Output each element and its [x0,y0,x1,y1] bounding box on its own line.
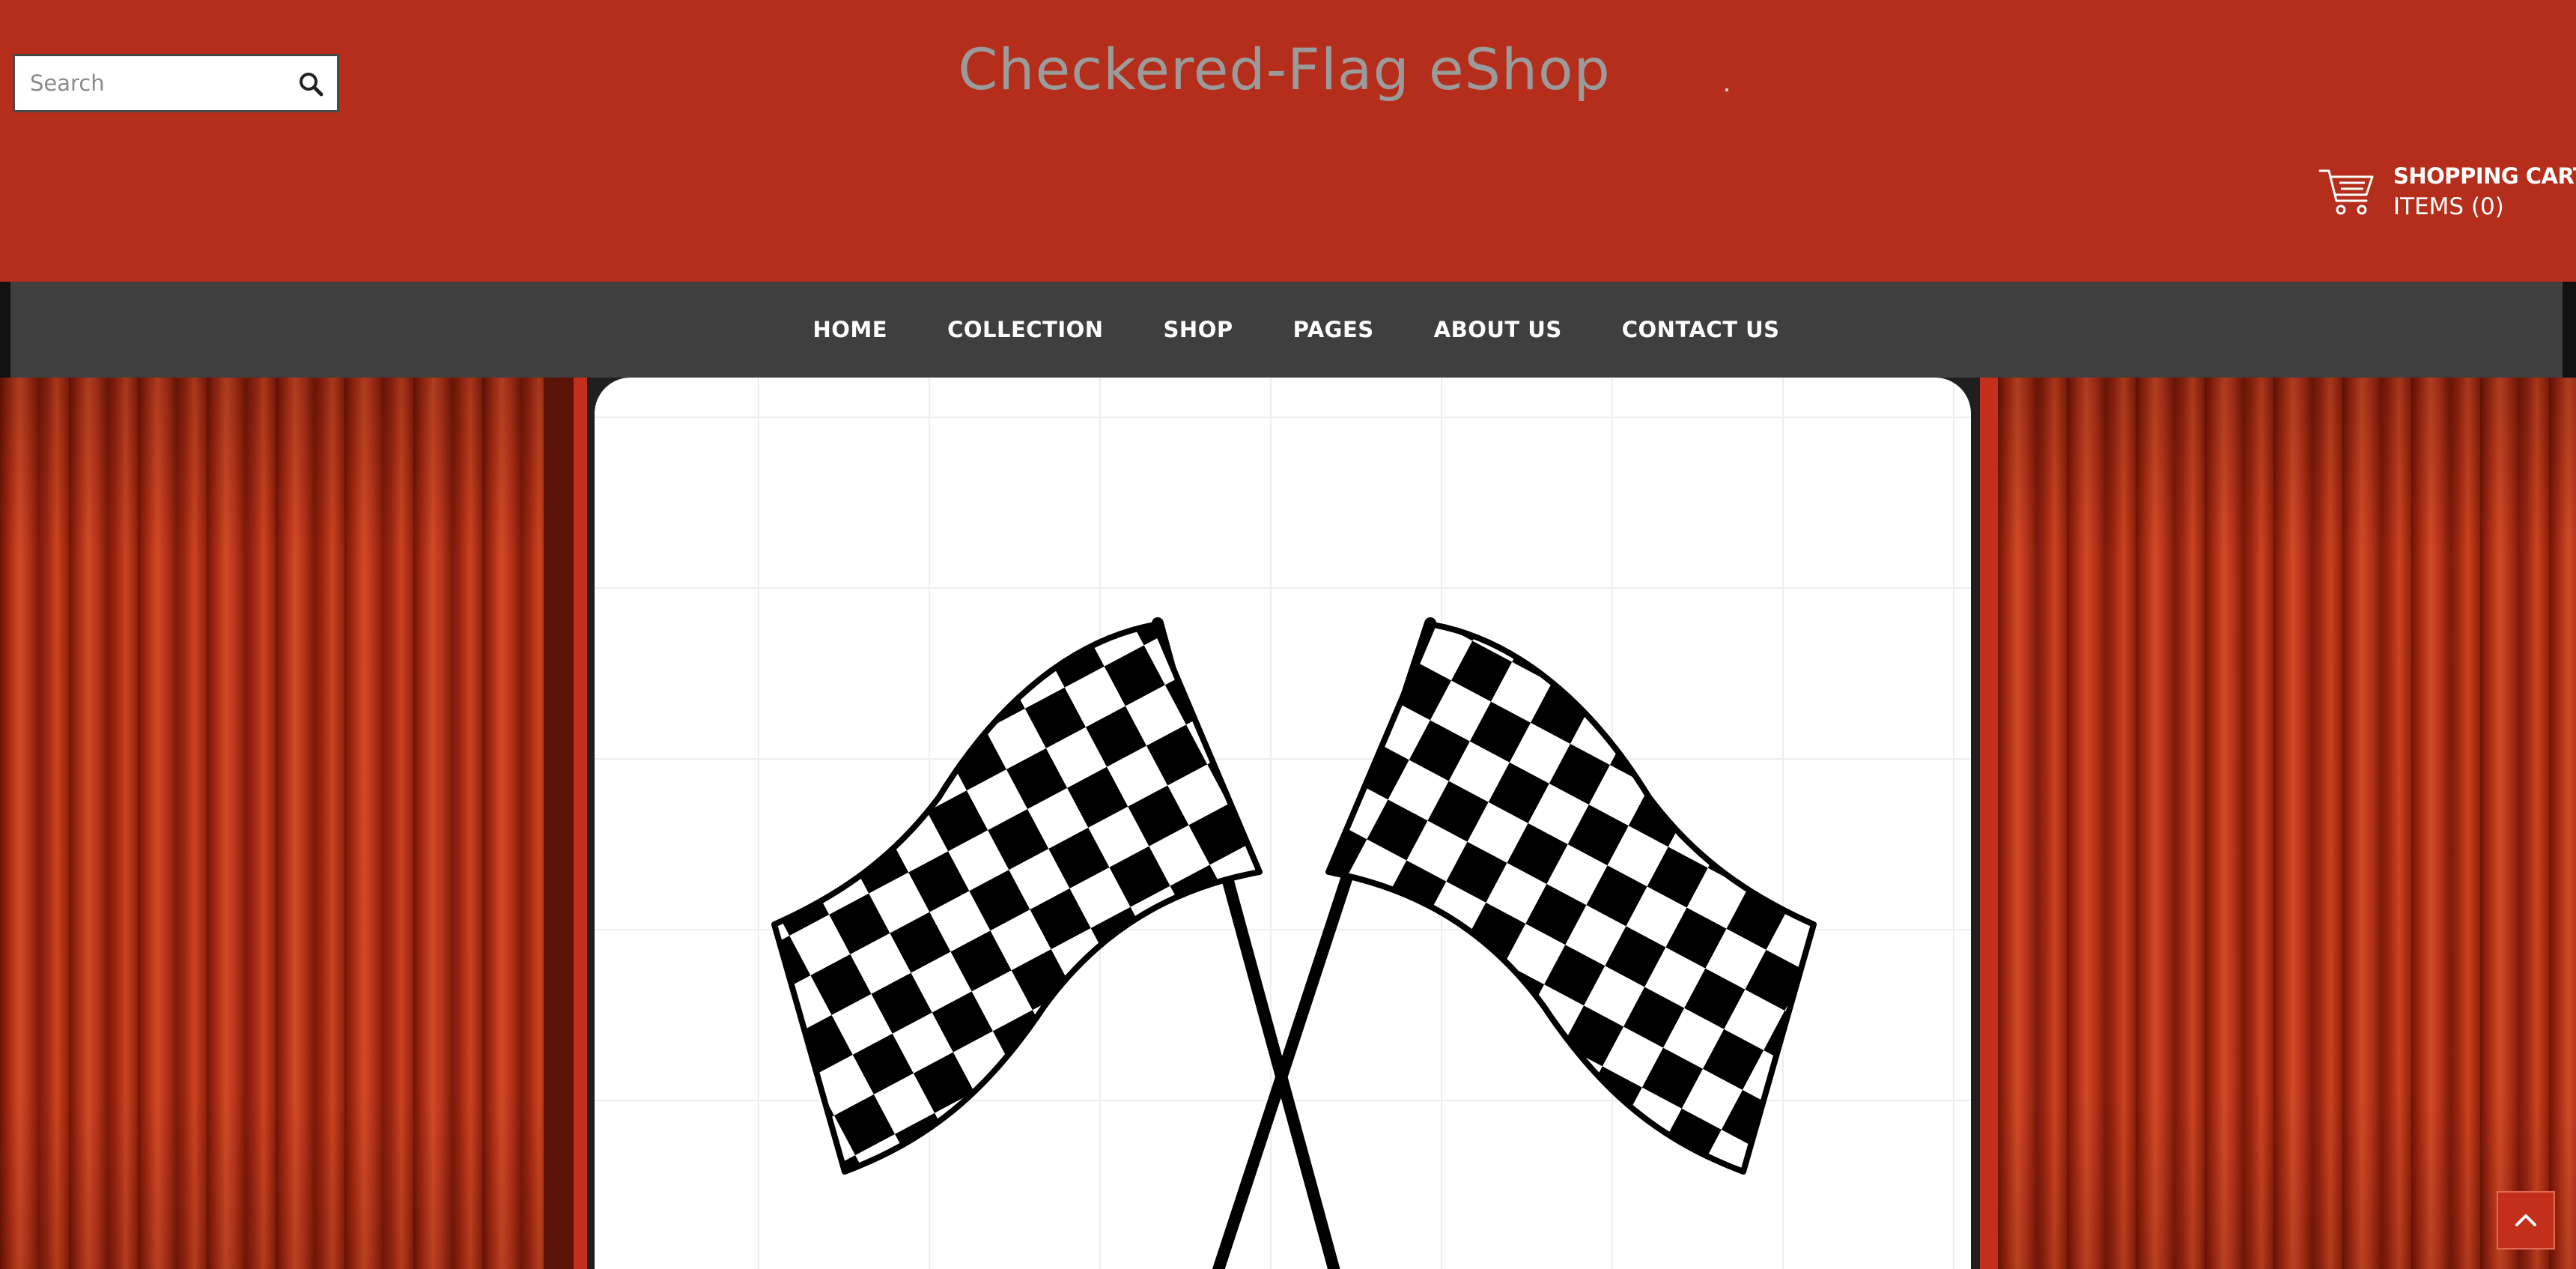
nav-link-shop[interactable]: SHOP [1164,317,1233,342]
hero-frame-right [1980,378,1998,1269]
nav-item-home: HOME [812,317,887,342]
chevron-up-icon [2515,1214,2536,1226]
hero-frame-shadow [544,378,574,1269]
checkered-flags-icon [771,617,1817,1269]
search-input[interactable] [15,56,285,110]
site-logo-title[interactable]: Checkered-Flag eShop [869,36,1700,103]
nav-item-about-us: ABOUT US [1434,317,1562,342]
hero-banner [0,378,2576,1269]
main-nav-bar: HOME COLLECTION SHOP PAGES ABOUT US CONT… [0,282,2576,378]
main-nav-inner: HOME COLLECTION SHOP PAGES ABOUT US CONT… [10,282,2563,378]
shopping-cart-link[interactable]: SHOPPING CART ITEMS (0) [2318,160,2576,228]
search-icon[interactable] [298,71,323,97]
cart-items-count: ITEMS (0) [2393,193,2504,220]
back-to-top-button[interactable] [2497,1191,2555,1250]
main-nav-menu: HOME COLLECTION SHOP PAGES ABOUT US CONT… [10,282,2563,378]
nav-item-pages: PAGES [1293,317,1374,342]
nav-link-collection[interactable]: COLLECTION [947,317,1103,342]
nav-item-contact-us: CONTACT US [1622,317,1780,342]
nav-link-pages[interactable]: PAGES [1293,317,1374,342]
search-form [13,54,339,112]
hero-image-panel [587,378,1980,1269]
nav-link-home[interactable]: HOME [812,317,887,342]
site-header: Checkered-Flag eShop SHOPPING CART ITEMS… [0,0,2576,282]
logo-dot [1725,88,1728,91]
checkered-flags-image [595,378,1971,1269]
nav-item-shop: SHOP [1164,317,1233,342]
cart-title: SHOPPING CART [2393,163,2576,189]
hero-frame-left [574,378,587,1269]
curtain-left-image [0,378,544,1269]
curtain-right-image [1998,378,2576,1269]
nav-link-contact-us[interactable]: CONTACT US [1622,317,1780,342]
nav-link-about-us[interactable]: ABOUT US [1434,317,1562,342]
shopping-cart-icon [2318,166,2375,219]
nav-item-collection: COLLECTION [947,317,1103,342]
